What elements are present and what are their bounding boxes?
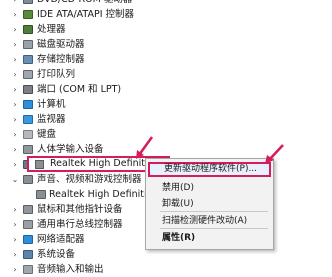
tree-row-label: DVD/CD-ROM 驱动器 xyxy=(37,0,132,7)
tree-row-label: 系统设备 xyxy=(37,249,76,260)
menu-separator xyxy=(160,211,268,212)
tree-row[interactable]: › 磁盘驱动器 xyxy=(0,37,332,52)
chevron-right-icon[interactable]: › xyxy=(10,97,20,112)
tree-row[interactable]: › 键盘 xyxy=(0,127,332,142)
chevron-right-icon[interactable]: › xyxy=(10,7,20,22)
scan-hardware-menu-item[interactable]: 扫描检测硬件改动(A) xyxy=(148,214,271,229)
chevron-right-icon[interactable]: › xyxy=(10,67,20,82)
uninstall-menu-item[interactable]: 卸载(U) xyxy=(148,197,271,212)
chevron-right-icon[interactable]: › xyxy=(10,202,20,217)
chevron-right-icon[interactable]: › xyxy=(10,112,20,127)
hard-disk-icon xyxy=(23,40,33,49)
tree-row[interactable]: › 打印队列 xyxy=(0,67,332,82)
storage-controller-icon xyxy=(23,55,33,64)
properties-menu-item[interactable]: 属性(R) xyxy=(148,231,271,246)
tree-row[interactable]: › 计算机 xyxy=(0,97,332,112)
tree-row-label: 处理器 xyxy=(37,24,66,35)
chevron-right-icon[interactable]: › xyxy=(10,142,20,157)
tree-row-label: 磁盘驱动器 xyxy=(37,39,85,50)
chevron-right-icon[interactable]: › xyxy=(10,22,20,37)
port-icon xyxy=(23,85,33,94)
tree-row-label: 存储控制器 xyxy=(37,54,85,65)
audio-icon xyxy=(23,175,33,184)
tree-row[interactable]: › 存储控制器 xyxy=(0,52,332,67)
ide-controller-icon xyxy=(23,10,33,19)
chevron-right-icon[interactable]: › xyxy=(10,82,20,97)
tree-row-label: 键盘 xyxy=(37,129,57,140)
disk-drive-icon xyxy=(23,0,33,4)
monitor-icon xyxy=(23,115,33,124)
update-driver-menu-item[interactable]: 更新驱动程序软件(P)... xyxy=(148,162,271,177)
chevron-right-icon[interactable]: › xyxy=(10,157,20,172)
chevron-right-icon[interactable]: › xyxy=(10,37,20,52)
menu-separator xyxy=(160,228,268,229)
tree-row[interactable]: › 处理器 xyxy=(0,22,332,37)
chevron-right-icon[interactable]: › xyxy=(10,232,20,247)
hid-icon xyxy=(23,145,33,154)
tree-row[interactable]: › 音频输入和输出 xyxy=(0,262,332,277)
keyboard-icon xyxy=(23,130,33,139)
tree-row-label: 鼠标和其他指针设备 xyxy=(37,204,123,215)
tree-row-label: IDE ATA/ATAPI 控制器 xyxy=(37,9,135,20)
audio-device-icon xyxy=(36,190,46,199)
audio-device-icon xyxy=(35,160,44,169)
chevron-right-icon[interactable]: › xyxy=(10,217,20,232)
tree-row-label: 通用串行总线控制器 xyxy=(37,219,123,230)
chevron-right-icon[interactable]: › xyxy=(10,262,20,277)
chevron-right-icon[interactable]: › xyxy=(10,127,20,142)
tree-row-label: 网络适配器 xyxy=(37,234,85,245)
processor-icon xyxy=(23,25,33,34)
pointer-arrow-icon xyxy=(136,136,154,159)
computer-icon xyxy=(23,100,33,109)
context-menu: 更新驱动程序软件(P)... 禁用(D) 卸载(U) 扫描检测硬件改动(A) 属… xyxy=(145,158,274,250)
printer-icon xyxy=(23,70,33,79)
system-device-icon xyxy=(23,250,33,259)
chevron-right-icon[interactable]: › xyxy=(10,52,20,67)
chevron-right-icon[interactable]: › xyxy=(10,247,20,262)
tree-row[interactable]: › 监视器 xyxy=(0,112,332,127)
tree-row[interactable]: › DVD/CD-ROM 驱动器 xyxy=(0,0,332,7)
mouse-icon xyxy=(23,205,33,214)
tree-row-label: 音频输入和输出 xyxy=(37,264,104,275)
tree-row-label: 人体学输入设备 xyxy=(37,144,104,155)
tree-row-label: 端口 (COM 和 LPT) xyxy=(37,84,122,95)
tree-row-label: 声音、视频和游戏控制器 xyxy=(37,174,142,185)
tree-row-label: 打印队列 xyxy=(37,69,76,80)
pointer-arrow-icon xyxy=(265,144,284,164)
usb-icon xyxy=(23,220,33,229)
tree-row[interactable]: › IDE ATA/ATAPI 控制器 xyxy=(0,7,332,22)
chevron-down-icon[interactable]: ⌄ xyxy=(10,172,20,187)
disable-menu-item[interactable]: 禁用(D) xyxy=(148,181,271,196)
tree-row-label: 计算机 xyxy=(37,99,66,110)
sound-io-icon xyxy=(23,265,33,274)
chevron-right-icon[interactable]: › xyxy=(10,0,20,7)
tree-row[interactable]: › 端口 (COM 和 LPT) xyxy=(0,82,332,97)
tree-row-label: 监视器 xyxy=(37,114,66,125)
network-adapter-icon xyxy=(23,235,33,244)
